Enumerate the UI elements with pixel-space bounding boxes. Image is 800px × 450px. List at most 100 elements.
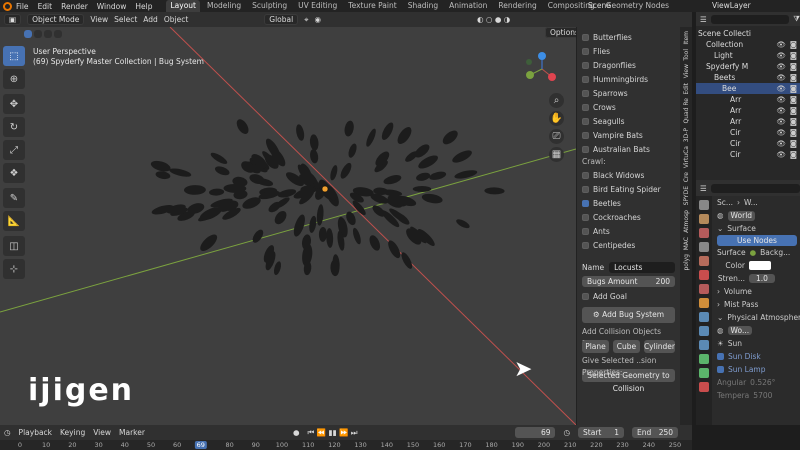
data-tab-icon[interactable] (699, 368, 709, 378)
camera-icon[interactable]: ◙ (790, 39, 797, 50)
tab-workspace-0[interactable]: Layout (166, 0, 200, 12)
sun-lamp-checkbox[interactable]: Sun Lamp (714, 363, 800, 376)
menu-0[interactable]: File (16, 2, 29, 11)
blender-logo-icon[interactable] (3, 1, 12, 11)
editor-type-dropdown[interactable]: ▣ (4, 14, 22, 25)
tab-workspace-4[interactable]: Texture Paint (344, 0, 400, 12)
tab-workspace-9[interactable]: Geometry Nodes (602, 0, 673, 12)
physics-tab-icon[interactable] (699, 340, 709, 350)
name-input[interactable]: Locusts (609, 261, 675, 273)
mist-panel-header[interactable]: › Mist Pass (714, 298, 800, 311)
sun-panel-header[interactable]: ☀ Sun (714, 337, 800, 350)
crawl-checkbox-2[interactable]: Beetles (577, 196, 680, 210)
collision-button-0[interactable]: Plane (582, 340, 609, 353)
fly-checkbox-0[interactable]: Butterflies (577, 30, 680, 44)
keying-menu[interactable]: Keying (60, 428, 85, 437)
collision-button-1[interactable]: Cube (612, 340, 640, 353)
object-tab-icon[interactable] (699, 298, 709, 308)
outliner-row[interactable]: Arr 👁 ◙ (696, 105, 800, 116)
cursor-icon[interactable]: ⊕ (3, 69, 25, 89)
menu-2[interactable]: Render (61, 2, 88, 11)
scene-tab-icon[interactable] (699, 256, 709, 266)
rotate-icon[interactable]: ↻ (3, 117, 25, 137)
sidebar-tab-6[interactable]: VirtuCa (683, 146, 690, 168)
outliner-row[interactable]: Cir 👁 ◙ (696, 138, 800, 149)
clock-icon[interactable]: ◷ (4, 428, 11, 437)
modifier-tab-icon[interactable] (699, 312, 709, 322)
tab-workspace-7[interactable]: Rendering (494, 0, 540, 12)
sidebar-tab-4[interactable]: Quad Re (683, 98, 690, 124)
proportional-edit-icon[interactable]: ◉ (314, 15, 321, 24)
eye-icon[interactable]: 👁 (776, 105, 786, 116)
tool-tab-icon[interactable] (699, 200, 709, 210)
eye-icon[interactable]: 👁 (776, 94, 786, 105)
color-swatch[interactable] (749, 261, 771, 270)
marker-menu[interactable]: Marker (119, 428, 145, 437)
eye-icon[interactable]: 👁 (776, 116, 786, 127)
physical-atmosphere-header[interactable]: ⌄ Physical Atmospher (714, 311, 800, 324)
add-menu[interactable]: Add (143, 15, 158, 24)
render-tab-icon[interactable] (699, 214, 709, 224)
sidebar-tab-3[interactable]: Edit (683, 83, 690, 95)
annotate-icon[interactable]: ✎ (3, 188, 25, 208)
sidebar-tab-10[interactable]: MAC (683, 237, 690, 250)
surface-panel-header[interactable]: ⌄ Surface (714, 222, 800, 235)
measure-icon[interactable]: 📐 (3, 211, 25, 231)
world-tab-icon[interactable] (699, 270, 709, 280)
crawl-checkbox-3[interactable]: Cockroaches (577, 210, 680, 224)
view-layer-tab-icon[interactable] (699, 242, 709, 252)
snap-icon[interactable]: ⌖ (304, 15, 308, 25)
fly-checkbox-7[interactable]: Vampire Bats (577, 128, 680, 142)
fly-checkbox-4[interactable]: Sparrows (577, 86, 680, 100)
timeline-view-menu[interactable]: View (93, 428, 111, 437)
sidebar-tab-7[interactable]: Cre (683, 172, 690, 182)
fly-checkbox-5[interactable]: Crows (577, 100, 680, 114)
sun-disk-checkbox[interactable]: Sun Disk (714, 350, 800, 363)
menu-3[interactable]: Window (97, 2, 127, 11)
tab-workspace-5[interactable]: Shading (404, 0, 442, 12)
record-icon[interactable]: ● (293, 428, 300, 437)
fly-checkbox-8[interactable]: Australian Bats (577, 142, 680, 156)
transform-tool-icon[interactable]: ⊹ (3, 259, 25, 279)
crawl-checkbox-4[interactable]: Ants (577, 224, 680, 238)
options-dropdown[interactable]: Options (545, 27, 576, 38)
outliner-row[interactable]: Arr 👁 ◙ (696, 116, 800, 127)
eye-icon[interactable]: 👁 (776, 149, 786, 160)
timeline-ruler[interactable]: 0 10 20 30 40 50 60 69 80 90 100 110 120 130 140 150 160… (0, 440, 692, 450)
fly-checkbox-3[interactable]: Hummingbirds (577, 72, 680, 86)
camera-icon[interactable]: ◙ (790, 127, 797, 138)
navigation-gizmo[interactable] (520, 49, 560, 89)
eye-icon[interactable]: 👁 (776, 127, 786, 138)
select-new-icon[interactable] (24, 30, 32, 38)
world-datablock[interactable]: ◍ World (714, 209, 800, 222)
eye-icon[interactable]: 👁 (776, 72, 786, 83)
camera-icon[interactable]: ◙ (790, 105, 797, 116)
3d-viewport[interactable]: User Perspective (69) Spyderfy Master Co… (0, 27, 576, 425)
material-tab-icon[interactable] (699, 382, 709, 392)
use-nodes-button[interactable]: Use Nodes (717, 235, 797, 246)
scene-selector[interactable]: Scene (588, 1, 611, 10)
eye-icon[interactable]: 👁 (776, 83, 786, 94)
playback-menu[interactable]: Playback (19, 428, 52, 437)
camera-icon[interactable]: ◙ (790, 149, 797, 160)
sidebar-tab-0[interactable]: Item (683, 31, 690, 45)
outliner-type-icon[interactable]: ☰ (700, 15, 707, 24)
outliner-search-input[interactable] (710, 14, 790, 24)
fly-checkbox-1[interactable]: Flies (577, 44, 680, 58)
properties-search-input[interactable] (710, 183, 800, 193)
transform-icon[interactable]: ❖ (3, 163, 25, 183)
mode-dropdown[interactable]: Object Mode (27, 14, 85, 25)
select-subtract-icon[interactable] (44, 30, 52, 38)
add-cube-icon[interactable]: ◫ (3, 236, 25, 256)
collection-tab-icon[interactable] (699, 284, 709, 294)
crawl-checkbox-5[interactable]: Centipedes (577, 238, 680, 252)
select-box-icon[interactable]: ⬚ (3, 46, 25, 66)
start-frame-field[interactable]: Start 1 (578, 427, 625, 438)
properties-type-icon[interactable]: ☰ (700, 184, 707, 193)
camera-icon[interactable]: ◙ (790, 83, 797, 94)
camera-icon[interactable]: ◙ (790, 116, 797, 127)
menu-1[interactable]: Edit (38, 2, 53, 11)
sidebar-tab-9[interactable]: Atmosp (683, 210, 690, 233)
sidebar-tab-5[interactable]: 3D-P (683, 128, 690, 142)
select-menu[interactable]: Select (114, 15, 137, 24)
